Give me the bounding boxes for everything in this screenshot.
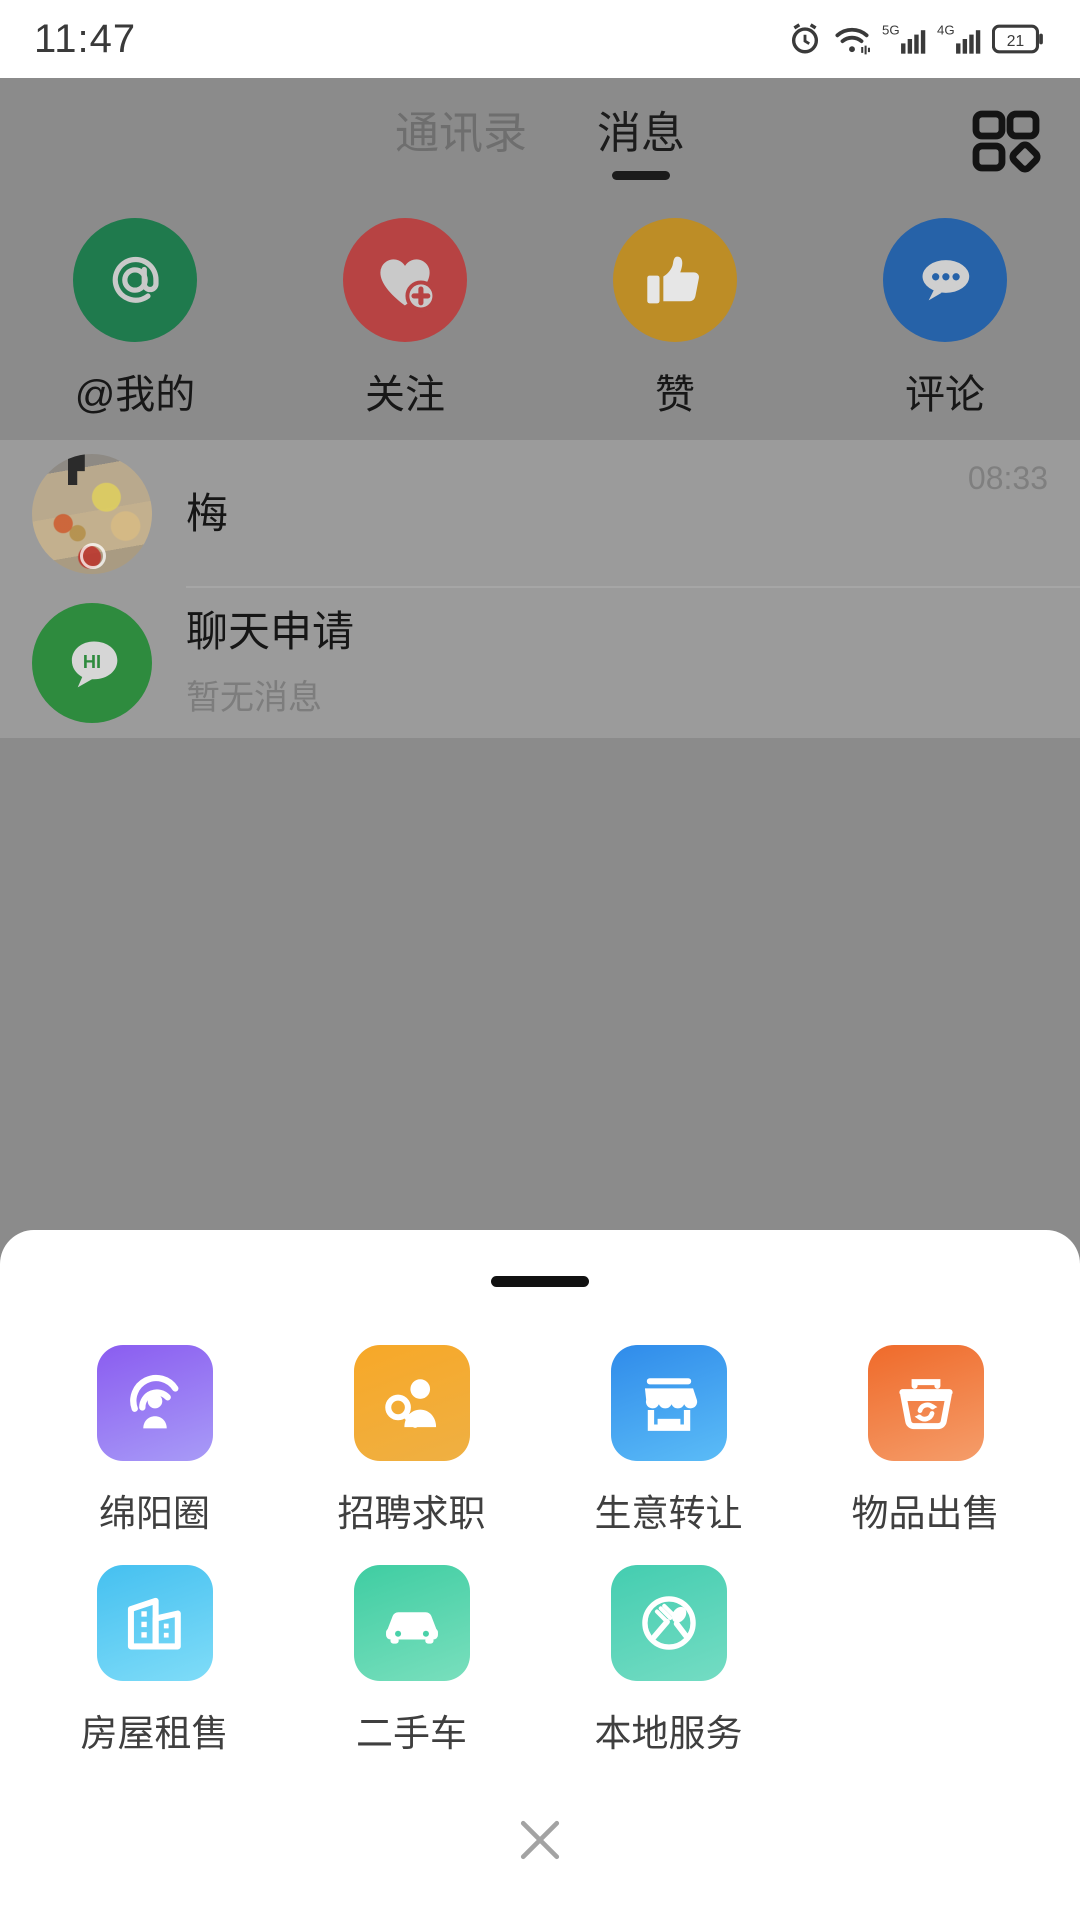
chat-timestamp: 08:33 (967, 460, 1048, 496)
basket-recycle-icon (898, 1379, 953, 1430)
chat-list-item[interactable]: HI 聊天申请 暂无消息 (0, 588, 1080, 738)
wifi-icon (835, 27, 870, 55)
tab-active-indicator (612, 171, 670, 180)
chat-text-block: 梅 (186, 489, 968, 539)
app-shortcut-local-services[interactable]: 本地服务 (540, 1565, 797, 1757)
app-shortcut-label: 本地服务 (594, 1713, 743, 1754)
battery-icon: 21 (992, 24, 1043, 54)
phone-screen: 11:47 5G 4G 21 通讯录 消息 @我的 关注 赞 评论 梅 08:3… (0, 0, 1080, 1920)
alarm-icon (791, 23, 819, 54)
app-shortcut-mianyangquan[interactable]: 绵阳圈 (26, 1345, 283, 1537)
app-shortcut-empty (797, 1565, 1054, 1757)
close-icon[interactable] (509, 1809, 571, 1876)
status-bar-icons: 5G 4G 21 (788, 21, 1046, 57)
heart-plus-icon (380, 259, 437, 312)
buildings-icon (127, 1597, 181, 1650)
quick-action-label: 关注 (365, 373, 445, 417)
app-shortcut-jobs[interactable]: 招聘求职 (283, 1345, 540, 1537)
buildings-tile (96, 1565, 213, 1681)
car-icon (385, 1612, 438, 1644)
app-shortcut-grid: 绵阳圈 招聘求职 生意转让 物品出售 房屋租售 二手车 本地服务 (0, 1345, 1080, 1757)
chat-list-item[interactable]: 梅 08:33 (0, 440, 1080, 588)
app-top-bar: 通讯录 消息 (0, 78, 1080, 200)
car-tile (353, 1565, 470, 1681)
quick-action-label: 评论 (905, 373, 985, 417)
status-bar: 11:47 5G 4G 21 (0, 0, 1080, 78)
storefront-icon (644, 1378, 697, 1431)
status-bar-time: 11:47 (34, 16, 137, 61)
quick-action-comment[interactable]: 评论 (810, 218, 1080, 420)
svg-text:4G: 4G (937, 23, 955, 38)
chat-list: 梅 08:33 HI 聊天申请 暂无消息 (0, 440, 1080, 738)
heart-plus-circle (343, 218, 467, 342)
tab-bar: 通讯录 消息 (395, 109, 685, 180)
empty-area (0, 738, 1080, 1310)
job-search-icon (384, 1379, 436, 1428)
broadcast-person-icon (129, 1374, 178, 1429)
chat-title: 聊天申请 (186, 608, 355, 656)
thumbs-up-circle (613, 218, 737, 342)
basket-recycle-tile (867, 1345, 984, 1461)
thumbs-up-icon (647, 256, 699, 304)
close-button-wrap (0, 1809, 1080, 1876)
tab-messages[interactable]: 消息 (597, 109, 685, 180)
quick-action-follow[interactable]: 关注 (270, 218, 540, 420)
fork-spoon-plate-tile (610, 1565, 727, 1681)
storefront-tile (610, 1345, 727, 1461)
quick-action-label: @我的 (74, 373, 196, 417)
comment-bubble-icon (922, 260, 970, 301)
quick-action-row: @我的 关注 赞 评论 (0, 200, 1080, 440)
at-mention-circle (73, 218, 197, 342)
battery-level: 21 (1007, 33, 1024, 50)
app-shortcut-sell-items[interactable]: 物品出售 (797, 1345, 1054, 1537)
app-shortcut-label: 二手车 (356, 1713, 467, 1754)
chat-subtitle: 暂无消息 (186, 678, 322, 717)
hi-avatar-text: HI (83, 652, 101, 672)
photo-avatar (32, 454, 152, 574)
tab-contacts[interactable]: 通讯录 (395, 112, 527, 166)
app-shortcut-label: 绵阳圈 (99, 1493, 210, 1534)
signal-4g-icon: 4G (937, 23, 981, 54)
chat-title: 梅 (186, 489, 229, 537)
at-mention-icon (112, 256, 159, 303)
svg-text:5G: 5G (882, 23, 900, 38)
quick-action-label: 赞 (655, 373, 695, 417)
job-search-tile (353, 1345, 470, 1461)
app-shortcut-label: 房屋租售 (80, 1713, 229, 1754)
hi-speech-bubble-icon: HI (71, 641, 118, 688)
quick-action-like[interactable]: 赞 (540, 218, 810, 420)
app-shortcut-business-transfer[interactable]: 生意转让 (540, 1345, 797, 1537)
tab-messages-label: 消息 (597, 109, 685, 158)
app-shortcut-housing[interactable]: 房屋租售 (26, 1565, 283, 1757)
hi-bubble-avatar: HI (32, 603, 152, 723)
broadcast-person-tile (96, 1345, 213, 1461)
app-shortcut-label: 招聘求职 (337, 1493, 486, 1534)
app-shortcut-label: 生意转让 (594, 1493, 743, 1534)
tab-contacts-label: 通讯录 (395, 109, 527, 158)
drag-handle[interactable] (491, 1276, 589, 1287)
grid-apps-icon[interactable] (970, 106, 1042, 178)
chat-text-block: 聊天申请 暂无消息 (186, 607, 1048, 718)
bottom-sheet: 绵阳圈 招聘求职 生意转让 物品出售 房屋租售 二手车 本地服务 (0, 1230, 1080, 1920)
app-shortcut-used-cars[interactable]: 二手车 (283, 1565, 540, 1757)
signal-5g-icon: 5G (882, 23, 926, 54)
quick-action-at-mine[interactable]: @我的 (0, 218, 270, 420)
app-shortcut-label: 物品出售 (851, 1493, 1000, 1534)
fork-spoon-plate-icon (641, 1596, 696, 1650)
comment-bubble-circle (883, 218, 1007, 342)
